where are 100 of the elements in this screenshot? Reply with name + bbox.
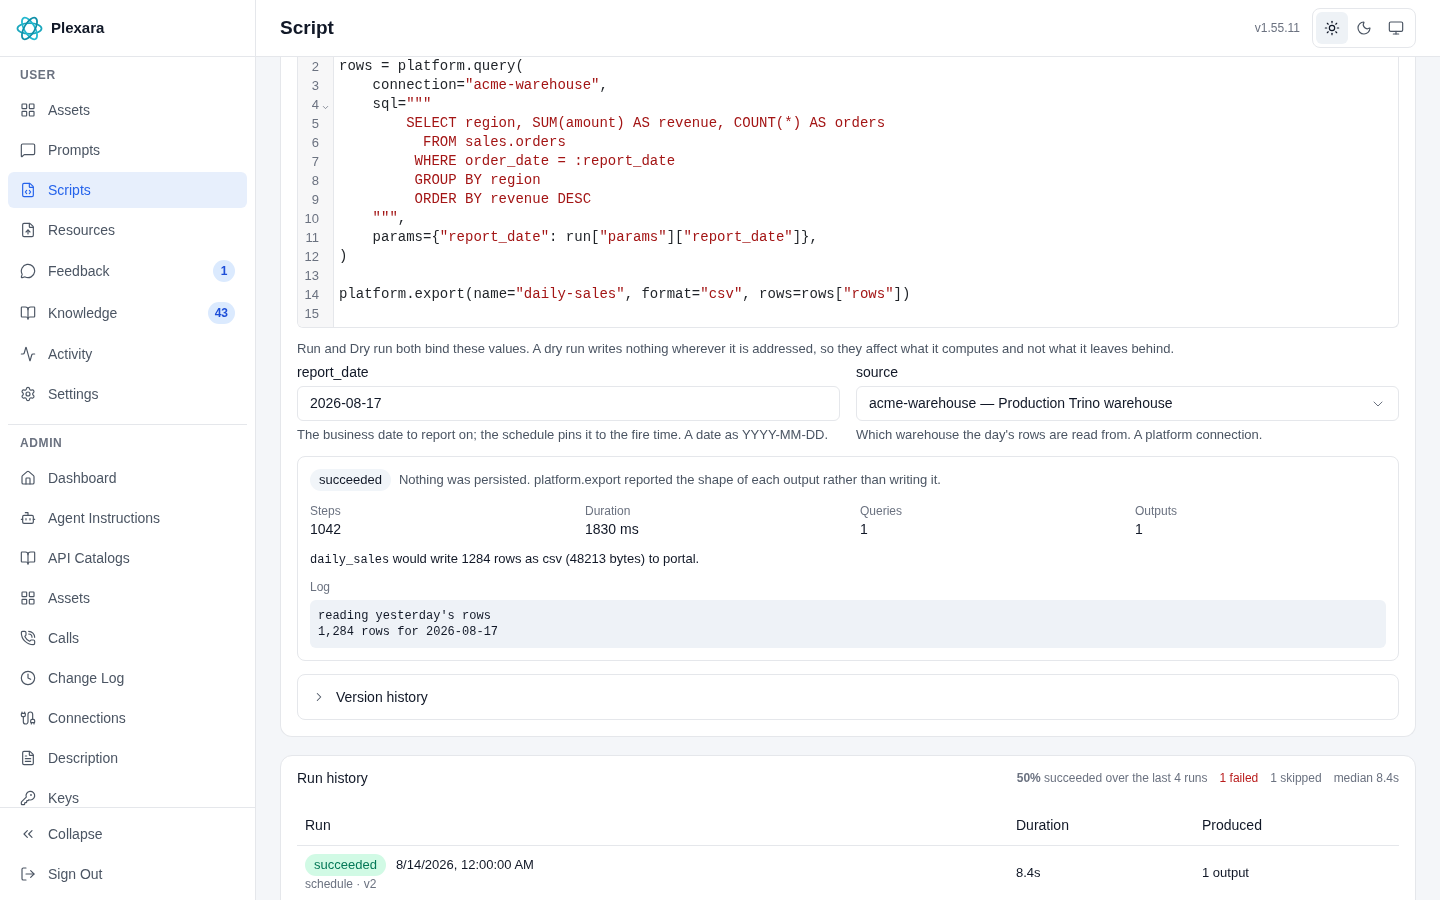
sidebar-item[interactable]: Calls (8, 620, 247, 656)
status-badge: succeeded (305, 854, 386, 876)
run-summary: 1 failed (1219, 770, 1259, 787)
sidebar-item[interactable]: Activity (8, 336, 247, 372)
sidebar-item[interactable]: API Catalogs (8, 540, 247, 576)
page-title: Script (280, 15, 334, 40)
line-number: 4 (311, 96, 319, 114)
count-badge: 1 (213, 260, 235, 282)
stat-value: 1830 ms (585, 520, 640, 539)
sun-icon (1324, 20, 1340, 36)
stat-label: Duration (585, 503, 632, 519)
log-output: reading yesterday's rows 1,284 rows for 2026-08-17 (310, 600, 1386, 648)
run-summary: 1 skipped (1270, 770, 1322, 787)
sidebar-item[interactable]: Dashboard (8, 460, 247, 496)
stat-label: Queries (860, 503, 904, 519)
code-line: GROUP BY region (414, 172, 541, 188)
key-icon (20, 790, 36, 806)
code-line: rows = platform.query( (339, 58, 524, 74)
log-label: Log (310, 579, 332, 595)
column-header: Produced (1202, 815, 1262, 835)
theme-button[interactable] (1316, 12, 1348, 44)
line-number: 5 (311, 115, 319, 133)
parameters-description: Run and Dry run both bind these values. A dry run writes nothing wherever it is addressed, so they affect what it computes and not what it leaves behind. (297, 340, 1176, 358)
stat-label: Outputs (1135, 503, 1179, 519)
line-number: 3 (311, 77, 319, 95)
section-label: USER (19, 67, 57, 83)
sidebar-item[interactable]: Scripts (8, 172, 247, 208)
collapse-button[interactable]: Collapse (8, 816, 247, 852)
code-line: ORDER BY revenue DESC (414, 191, 592, 207)
sidebar-item[interactable]: Settings (8, 376, 247, 412)
robot-icon (20, 510, 36, 526)
stat-value: 1042 (310, 520, 343, 539)
column-header: Duration (1016, 815, 1069, 835)
help-text: The business date to report on; the schedule pins it to the fire time. A date as YYYY-MM-DD. (297, 426, 830, 444)
line-number: 13 (304, 267, 319, 285)
stat-value: 1 (860, 520, 869, 539)
sidebar-item[interactable]: Feedback 1 (8, 252, 247, 290)
grid-icon (20, 590, 36, 606)
sign-out-icon (20, 866, 36, 882)
code-line: FROM sales.orders (423, 134, 566, 150)
home-icon (20, 470, 36, 486)
book-icon (20, 305, 36, 321)
count-badge: 43 (207, 302, 235, 324)
run-time: 8/14/2026, 12:00:00 AM (395, 856, 534, 875)
clock-icon (20, 670, 36, 686)
logo-icon (16, 14, 43, 42)
stat-label: Steps (310, 503, 342, 519)
column-header: Run (305, 815, 331, 835)
code-line: platform.export(name="daily-sales", format="csv", rows=rows["rows"]) (339, 286, 911, 302)
table-cell-text: 1 output (1202, 864, 1249, 883)
cable-icon (20, 710, 36, 726)
result-message: Nothing was persisted. platform.export reported the shape of each output rather than writing it. (398, 471, 941, 490)
document-icon (20, 750, 36, 766)
grid-icon (20, 102, 36, 118)
line-number: 2 (311, 58, 319, 76)
file-upload-icon (20, 222, 36, 238)
sidebar-item[interactable]: Assets (8, 580, 247, 616)
line-number: 14 (304, 286, 319, 304)
sidebar-item[interactable]: Change Log (8, 660, 247, 696)
line-number: 10 (304, 210, 319, 228)
run-trigger: schedule · v2 (305, 876, 377, 892)
code-line: connection="acme-warehouse", (372, 77, 608, 93)
sidebar-item[interactable]: Prompts (8, 132, 247, 168)
field-label: source (856, 363, 900, 382)
output-summary: daily_sales would write 1284 rows as csv (48213 bytes) to portal. (310, 550, 701, 569)
code-line: params={"report_date": run["params"]["report_date"]}, (372, 229, 818, 245)
help-text: Which warehouse the day's rows are read from. A platform connection. (856, 426, 1264, 444)
run-summary: median 8.4s (1333, 770, 1399, 787)
code-line: SELECT region, SUM(amount) AS revenue, COUNT(*) AS orders (406, 115, 886, 131)
line-number: 7 (311, 153, 319, 171)
code-line: """, (372, 210, 407, 226)
table-cell-text: 8.4s (1016, 864, 1041, 883)
pulse-icon (20, 346, 36, 362)
code-line: ) (339, 248, 348, 264)
book-icon (20, 550, 36, 566)
monitor-icon (1388, 20, 1404, 36)
sidebar-item[interactable]: Connections (8, 700, 247, 736)
sign-out-button[interactable]: Sign Out (8, 856, 247, 892)
chat-bubble-icon (20, 142, 36, 158)
sidebar-item[interactable]: Assets (8, 92, 247, 128)
sidebar-item[interactable]: Resources (8, 212, 247, 248)
line-number: 9 (311, 191, 319, 209)
select-dropdown[interactable]: acme-warehouse — Production Trino warehouse (856, 386, 1399, 421)
code-line: sql=""" (372, 96, 432, 112)
phone-icon (20, 630, 36, 646)
field-label: report_date (297, 363, 370, 382)
line-number: 11 (305, 229, 319, 247)
settings-icon (20, 386, 36, 402)
brand-name: Plexara (51, 17, 105, 38)
text-input[interactable]: 2026-08-17 (297, 386, 840, 421)
version-label: v1.55.11 (1254, 20, 1300, 37)
moon-icon (1356, 20, 1372, 36)
stat-value: 1 (1135, 520, 1144, 539)
section-title: Run history (297, 768, 368, 788)
sidebar-item[interactable]: Agent Instructions (8, 500, 247, 536)
version-history-toggle[interactable]: Version history (297, 674, 1399, 720)
section-label: ADMIN (19, 435, 64, 451)
sidebar-item[interactable]: Knowledge 43 (8, 294, 247, 332)
sidebar-item[interactable]: Keys (8, 780, 247, 807)
sidebar-item[interactable]: Description (8, 740, 247, 776)
